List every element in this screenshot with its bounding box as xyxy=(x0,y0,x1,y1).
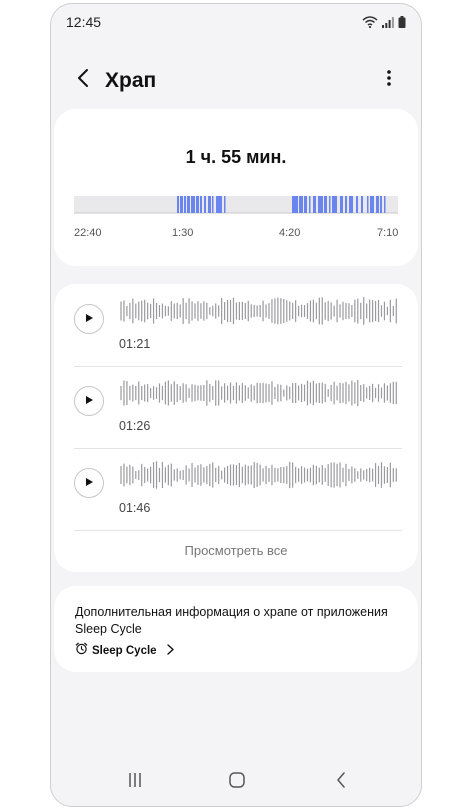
more-icon xyxy=(387,69,391,92)
recordings-card: 01:21 01:26 01:46 Просмотреть все xyxy=(54,284,418,572)
snoring-segment xyxy=(340,196,343,213)
snoring-duration: 1 ч. 55 мин. xyxy=(185,147,287,167)
snoring-segment xyxy=(292,196,298,213)
timeline-time-labels: 22:40 1:30 4:20 7:10 xyxy=(74,227,400,241)
snoring-segment xyxy=(200,196,202,213)
divider xyxy=(74,530,402,531)
snoring-segment xyxy=(361,196,363,213)
play-button[interactable] xyxy=(74,468,104,498)
snoring-segment xyxy=(367,196,369,213)
snoring-segment xyxy=(329,196,331,213)
snoring-timeline xyxy=(74,196,398,214)
audio-waveform xyxy=(120,461,397,489)
home-button[interactable] xyxy=(223,770,251,794)
snoring-segment xyxy=(313,196,316,213)
back-button[interactable] xyxy=(69,66,97,94)
snoring-segment xyxy=(332,196,337,213)
recording-duration: 01:46 xyxy=(119,501,151,515)
snoring-segment xyxy=(304,196,307,213)
play-icon xyxy=(84,392,94,410)
snoring-segment xyxy=(177,196,179,213)
audio-waveform xyxy=(120,379,397,407)
phone-screen: 12:45 Храп 1 ч. 55 мин. 22:40 1:30 4:20 … xyxy=(50,3,422,807)
snoring-segment xyxy=(212,196,214,213)
chevron-right-icon xyxy=(166,642,174,660)
time-label: 7:10 xyxy=(377,227,399,239)
snoring-segment xyxy=(187,196,190,213)
app-link-label: Sleep Cycle xyxy=(92,645,157,657)
snoring-segment xyxy=(184,196,186,213)
time-label: 4:20 xyxy=(279,227,301,239)
sleep-cycle-info-card: Дополнительная информация о храпе от при… xyxy=(54,586,418,672)
battery-icon xyxy=(398,15,406,33)
snoring-segment xyxy=(224,196,226,213)
snoring-segment xyxy=(324,196,327,213)
audio-waveform xyxy=(120,297,397,325)
home-icon xyxy=(229,771,245,793)
back-arrow-icon xyxy=(77,68,89,93)
page-title: Храп xyxy=(105,69,157,92)
signal-icon xyxy=(382,15,394,33)
recents-icon xyxy=(128,772,142,793)
status-icons xyxy=(362,15,406,33)
snoring-segment xyxy=(204,196,206,213)
status-time: 12:45 xyxy=(66,14,102,30)
time-label: 1:30 xyxy=(172,227,194,239)
status-bar: 12:45 xyxy=(51,4,421,38)
snoring-segment xyxy=(196,196,199,213)
view-all-button[interactable]: Просмотреть все xyxy=(54,543,418,558)
snoring-segment xyxy=(380,196,382,213)
system-back-button[interactable] xyxy=(327,770,355,794)
sleep-cycle-link[interactable]: Sleep Cycle xyxy=(75,642,174,660)
snoring-segment xyxy=(208,196,211,213)
more-options-button[interactable] xyxy=(377,66,401,94)
snoring-segment xyxy=(191,196,195,213)
snoring-segment xyxy=(309,196,311,213)
snoring-summary-card: 1 ч. 55 мин. 22:40 1:30 4:20 7:10 xyxy=(54,109,418,266)
wifi-icon xyxy=(362,15,378,33)
snoring-segment xyxy=(318,196,323,213)
recording-item: 01:21 xyxy=(54,284,418,364)
play-icon xyxy=(84,310,94,328)
recording-item: 01:26 xyxy=(54,366,418,446)
snoring-segment xyxy=(216,196,222,213)
play-button[interactable] xyxy=(74,304,104,334)
snoring-segment xyxy=(299,196,303,213)
recording-duration: 01:26 xyxy=(119,419,151,433)
play-button[interactable] xyxy=(74,386,104,416)
navigation-bar xyxy=(51,758,421,806)
alarm-icon xyxy=(75,642,88,660)
snoring-segment xyxy=(356,196,358,213)
time-label: 22:40 xyxy=(74,227,102,239)
snoring-segment xyxy=(384,196,386,213)
snoring-segment xyxy=(349,196,353,213)
snoring-segment xyxy=(370,196,374,213)
header: Храп xyxy=(51,60,421,104)
snoring-segment xyxy=(180,196,183,213)
recording-item: 01:46 xyxy=(54,448,418,528)
recording-duration: 01:21 xyxy=(119,337,151,351)
snoring-segment xyxy=(376,196,379,213)
nav-back-icon xyxy=(336,771,346,793)
info-text: Дополнительная информация о храпе от при… xyxy=(75,605,388,636)
play-icon xyxy=(84,474,94,492)
recents-button[interactable] xyxy=(121,770,149,794)
snoring-segment xyxy=(345,196,347,213)
